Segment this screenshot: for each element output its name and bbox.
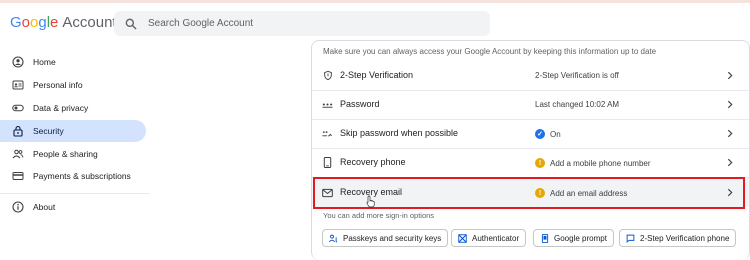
row-status: Last changed 10:02 AM	[535, 100, 619, 109]
google-account-logo[interactable]: Google Account	[10, 14, 117, 34]
sidebar-item-label: Payments & subscriptions	[33, 171, 131, 181]
message-icon	[626, 234, 635, 243]
search-icon	[125, 18, 137, 29]
lock-icon	[12, 125, 24, 137]
status-text: 2-Step Verification is off	[535, 71, 619, 80]
chip-passkeys[interactable]: Passkeys and security keys	[322, 229, 449, 247]
chip-authenticator[interactable]: Authenticator	[451, 229, 527, 247]
highlight-box	[313, 177, 745, 209]
row-password[interactable]: Password Last changed 10:02 AM	[312, 90, 749, 119]
sidebar-item-label: Personal info	[33, 80, 83, 90]
toggle-icon	[12, 102, 24, 114]
sidebar-item-payments[interactable]: Payments & subscriptions	[0, 165, 146, 187]
row-2-step-verification[interactable]: 2-Step Verification 2-Step Verification …	[312, 61, 749, 90]
hand-cursor-icon	[366, 195, 375, 208]
chevron-right-icon	[727, 129, 733, 138]
logo-product: Account	[62, 14, 117, 31]
chevron-right-icon	[727, 100, 733, 109]
warning-circle-icon: !	[535, 158, 545, 168]
sidebar-item-security[interactable]: Security	[0, 120, 146, 142]
row-label: Skip password when possible	[340, 128, 459, 138]
shield-icon	[322, 70, 333, 81]
chip-google-prompt[interactable]: Google prompt	[533, 229, 614, 247]
credit-card-icon	[12, 170, 24, 182]
sidebar-divider	[0, 193, 150, 194]
chip-2-step-phone[interactable]: 2-Step Verification phone	[619, 229, 737, 247]
status-text: Add a mobile phone number	[550, 158, 651, 168]
chevron-right-icon	[727, 71, 733, 80]
authenticator-icon	[458, 233, 467, 243]
card-subtitle: Make sure you can always access your Goo…	[323, 47, 657, 56]
key-icon	[322, 128, 333, 139]
top-accent-line	[0, 0, 750, 3]
id-card-icon	[12, 79, 24, 91]
chip-label: Google prompt	[554, 233, 607, 243]
sidebar-item-label: Security	[33, 126, 64, 136]
logo-brand: Google	[10, 14, 59, 31]
home-icon	[12, 56, 24, 68]
chip-label: Passkeys and security keys	[343, 233, 442, 243]
row-skip-password[interactable]: Skip password when possible ✓ On	[312, 119, 749, 148]
info-icon	[12, 201, 24, 213]
check-circle-icon: ✓	[535, 129, 545, 139]
chip-label: Authenticator	[472, 233, 520, 243]
row-recovery-phone[interactable]: Recovery phone ! Add a mobile phone numb…	[312, 148, 749, 177]
phone-prompt-icon	[540, 233, 549, 243]
sidebar-item-data-privacy[interactable]: Data & privacy	[0, 97, 146, 119]
phone-icon	[322, 157, 333, 168]
row-status: ✓ On	[535, 129, 561, 139]
sidebar-item-home[interactable]: Home	[0, 51, 146, 73]
status-text: Last changed 10:02 AM	[535, 100, 620, 109]
row-status: 2-Step Verification is off	[535, 71, 619, 80]
row-label: Password	[340, 99, 380, 109]
row-status: ! Add a mobile phone number	[535, 158, 651, 168]
chip-label: 2-Step Verification phone	[640, 233, 730, 243]
sidebar-item-people-sharing[interactable]: People & sharing	[0, 143, 146, 165]
status-text: On	[550, 129, 561, 139]
search-input[interactable]	[148, 18, 448, 29]
chevron-right-icon	[727, 158, 733, 167]
row-label: Recovery phone	[340, 157, 406, 167]
sidebar-item-label: People & sharing	[33, 149, 98, 159]
sidebar-item-about[interactable]: About	[0, 196, 146, 218]
sidebar-item-label: Data & privacy	[33, 103, 89, 113]
row-label: 2-Step Verification	[340, 70, 414, 80]
sidebar-item-personal-info[interactable]: Personal info	[0, 74, 146, 96]
more-options-label: You can add more sign-in options	[323, 211, 435, 220]
password-dots-icon	[322, 99, 333, 110]
search-bar[interactable]	[114, 11, 490, 36]
sidebar-item-label: Home	[33, 57, 56, 67]
people-icon	[12, 148, 24, 160]
passkey-icon	[329, 234, 338, 243]
sidebar-item-label: About	[33, 202, 56, 212]
